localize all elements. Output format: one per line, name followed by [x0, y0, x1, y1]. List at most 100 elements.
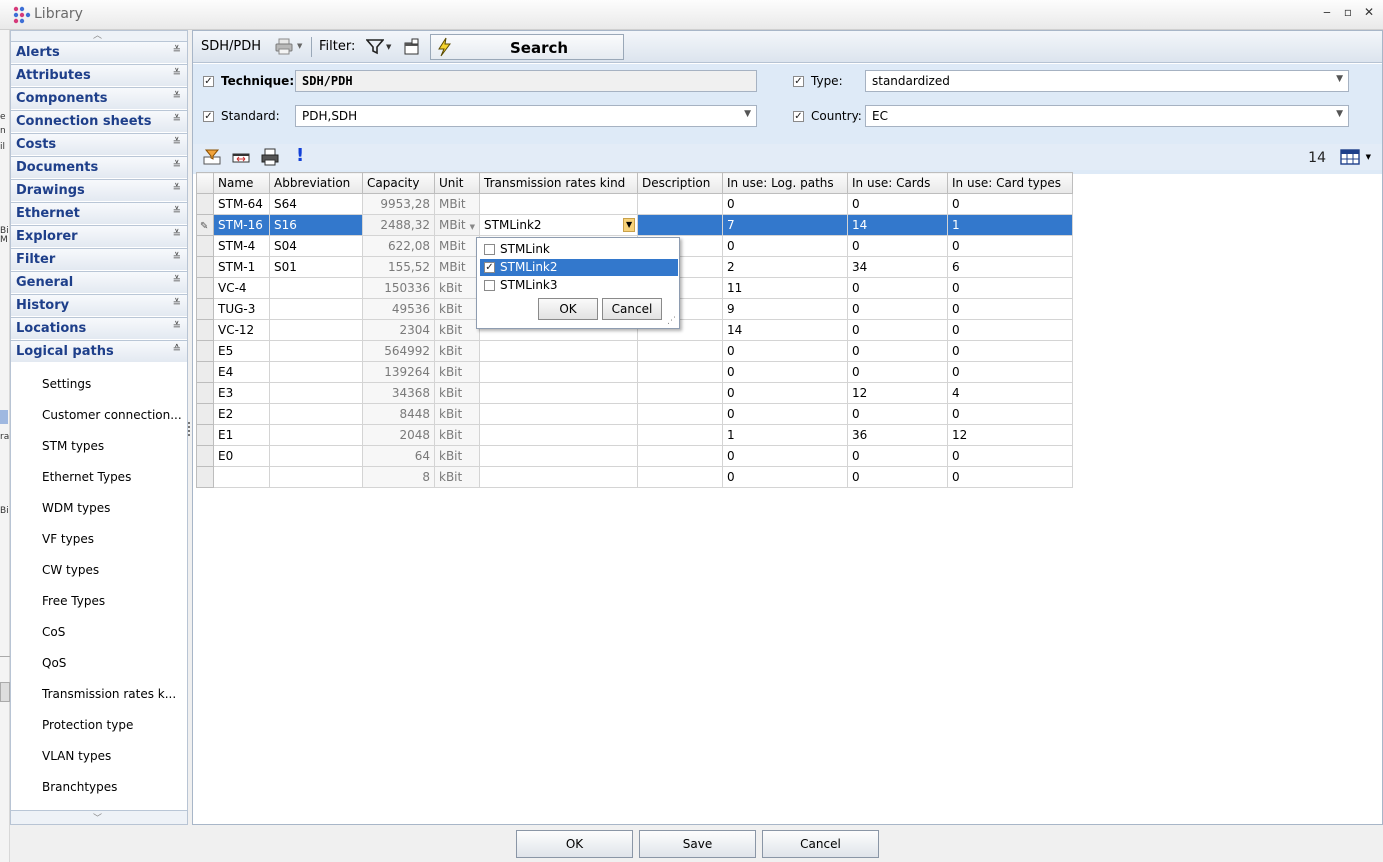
column-header-abbreviation[interactable]: Abbreviation — [269, 172, 363, 194]
cell-transmission-rates-kind[interactable] — [479, 466, 639, 488]
search-button[interactable]: Search — [430, 34, 624, 60]
cell-card-types[interactable]: 4 — [947, 382, 1074, 404]
cell-card-types[interactable]: 6 — [947, 256, 1074, 278]
type-select[interactable]: standardized ▼ — [865, 70, 1349, 92]
cell-card-types[interactable]: 0 — [947, 298, 1074, 320]
sidebar-item-cos[interactable]: CoS — [42, 625, 65, 639]
cell-log-paths[interactable]: 2 — [722, 256, 849, 278]
cell-description[interactable] — [637, 445, 724, 467]
cell-cards[interactable]: 0 — [847, 277, 949, 299]
maximize-button[interactable]: ▫ — [1340, 5, 1356, 21]
cell-description[interactable] — [637, 214, 724, 236]
popup-ok-button[interactable]: OK — [538, 298, 598, 320]
cell-name[interactable]: TUG-3 — [213, 298, 270, 320]
save-button[interactable]: Save — [639, 830, 756, 858]
table-row[interactable]: STM-64 S64 9953,28 MBit 0 0 0 — [196, 193, 1074, 215]
popup-option-checkbox[interactable]: ✓ — [484, 262, 495, 273]
popup-option-stmlink3[interactable]: STMLink3 — [480, 277, 678, 294]
cell-unit[interactable]: kBit — [433, 277, 481, 299]
sidebar-group-attributes[interactable]: Attributes ≚ — [11, 64, 187, 86]
cell-abbreviation[interactable] — [269, 298, 363, 320]
row-indicator[interactable] — [196, 382, 214, 404]
row-indicator[interactable] — [196, 319, 214, 341]
editor-dropdown-button[interactable]: ▼ — [623, 218, 636, 232]
cell-unit[interactable]: kBit — [433, 361, 481, 383]
sidebar-item-free-types[interactable]: Free Types — [42, 594, 105, 608]
row-indicator[interactable] — [196, 424, 214, 446]
cell-description[interactable] — [637, 424, 724, 446]
cell-abbreviation[interactable]: S01 — [269, 256, 363, 278]
type-checkbox[interactable]: ✓ — [793, 76, 804, 87]
cell-abbreviation[interactable]: S16 — [269, 214, 363, 236]
cell-log-paths[interactable]: 0 — [722, 340, 849, 362]
table-row[interactable]: E4 139264 kBit 0 0 0 — [196, 361, 1074, 383]
sidebar-group-drawings[interactable]: Drawings ≚ — [11, 179, 187, 201]
sidebar-item-ethernet-types[interactable]: Ethernet Types — [42, 470, 131, 484]
sidebar-item-wdm-types[interactable]: WDM types — [42, 501, 110, 515]
cell-cards[interactable]: 0 — [847, 445, 949, 467]
print-icon[interactable] — [275, 38, 295, 56]
cell-card-types[interactable]: 0 — [947, 235, 1074, 257]
country-select[interactable]: EC ▼ — [865, 105, 1349, 127]
cell-description[interactable] — [637, 361, 724, 383]
sidebar-item-cw-types[interactable]: CW types — [42, 563, 99, 577]
country-checkbox[interactable]: ✓ — [793, 111, 804, 122]
column-header-name[interactable]: Name — [213, 172, 270, 194]
column-header-unit[interactable]: Unit — [433, 172, 481, 194]
cell-unit[interactable]: kBit — [433, 298, 481, 320]
print-grid-icon[interactable] — [260, 147, 280, 167]
minimize-button[interactable]: ‒ — [1319, 5, 1335, 21]
cell-log-paths[interactable]: 14 — [722, 319, 849, 341]
row-indicator[interactable] — [196, 403, 214, 425]
cell-log-paths[interactable]: 0 — [722, 235, 849, 257]
sidebar-group-ethernet[interactable]: Ethernet ≚ — [11, 202, 187, 224]
close-button[interactable]: ✕ — [1361, 5, 1377, 21]
cell-cards[interactable]: 36 — [847, 424, 949, 446]
table-row[interactable]: E0 64 kBit 0 0 0 — [196, 445, 1074, 467]
cell-log-paths[interactable]: 0 — [722, 361, 849, 383]
cell-cards[interactable]: 0 — [847, 403, 949, 425]
filter-edit-icon[interactable] — [403, 38, 421, 56]
cell-abbreviation[interactable] — [269, 277, 363, 299]
popup-option-stmlink2[interactable]: ✓ STMLink2 — [480, 259, 678, 276]
cell-cards[interactable]: 0 — [847, 466, 949, 488]
filter-rows-icon[interactable] — [202, 148, 222, 166]
cell-name[interactable]: E0 — [213, 445, 270, 467]
cell-transmission-rates-kind[interactable] — [479, 403, 639, 425]
cancel-button[interactable]: Cancel — [762, 830, 879, 858]
column-header-description[interactable]: Description — [637, 172, 724, 194]
sidebar-group-connection-sheets[interactable]: Connection sheets ≚ — [11, 110, 187, 132]
cell-capacity[interactable]: 622,08 — [362, 235, 435, 257]
column-header-transmission-rates-kind[interactable]: Transmission rates kind — [479, 172, 639, 194]
cell-cards[interactable]: 0 — [847, 319, 949, 341]
sidebar-splitter[interactable] — [187, 420, 191, 440]
cell-transmission-rates-kind[interactable] — [479, 193, 639, 215]
transmission-kind-editor[interactable]: STMLink2 ▼ — [479, 214, 639, 236]
cell-abbreviation[interactable] — [269, 382, 363, 404]
cell-abbreviation[interactable] — [269, 466, 363, 488]
cell-card-types[interactable]: 0 — [947, 193, 1074, 215]
cell-log-paths[interactable]: 0 — [722, 445, 849, 467]
cell-card-types[interactable]: 0 — [947, 361, 1074, 383]
resize-grip-icon[interactable]: ⋰ — [667, 316, 676, 326]
cell-unit[interactable]: kBit — [433, 424, 481, 446]
ok-button[interactable]: OK — [516, 830, 633, 858]
sidebar-item-transmission-rates[interactable]: Transmission rates k... — [42, 687, 176, 701]
cell-transmission-rates-kind[interactable] — [479, 361, 639, 383]
cell-capacity[interactable]: 8 — [362, 466, 435, 488]
cell-unit[interactable]: kBit — [433, 319, 481, 341]
table-row[interactable]: E3 34368 kBit 0 12 4 — [196, 382, 1074, 404]
sidebar-group-documents[interactable]: Documents ≚ — [11, 156, 187, 178]
cell-abbreviation[interactable] — [269, 319, 363, 341]
cell-log-paths[interactable]: 0 — [722, 193, 849, 215]
cell-abbreviation[interactable] — [269, 361, 363, 383]
cell-unit[interactable]: kBit — [433, 340, 481, 362]
cell-name[interactable]: E5 — [213, 340, 270, 362]
cell-name[interactable]: VC-4 — [213, 277, 270, 299]
row-indicator[interactable] — [196, 256, 214, 278]
cell-capacity[interactable]: 64 — [362, 445, 435, 467]
cell-abbreviation[interactable] — [269, 424, 363, 446]
cell-abbreviation[interactable]: S04 — [269, 235, 363, 257]
cell-card-types[interactable]: 0 — [947, 319, 1074, 341]
technique-checkbox[interactable]: ✓ — [203, 76, 214, 87]
